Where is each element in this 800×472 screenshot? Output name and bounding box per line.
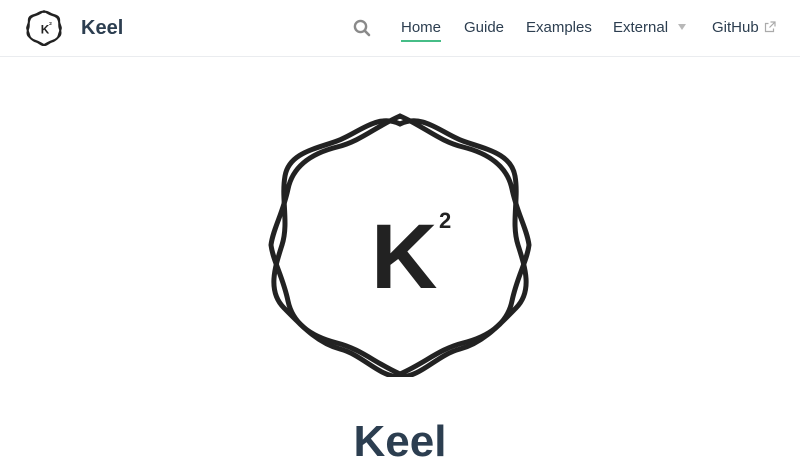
nav-github-label: GitHub [712,19,759,36]
nav-external-dropdown[interactable]: External [613,18,687,38]
caret-down-icon [678,24,687,31]
nav-examples[interactable]: Examples [526,18,592,38]
navbar: K 2 Keel Home Guide Examples External Gi… [0,0,800,57]
hero-title: Keel [353,417,447,466]
external-link-icon [764,21,776,33]
nav-external-label: External [613,19,669,36]
hero-keel-logo-icon: K 2 [268,113,532,377]
nav-guide[interactable]: Guide [464,18,504,38]
hero-logo-superscript: 2 [439,208,451,233]
hero-logo-letter: K [371,206,437,308]
nav-links: Home Guide Examples External GitHub [0,0,800,56]
nav-github[interactable]: GitHub [712,18,776,38]
nav-home[interactable]: Home [401,18,442,42]
